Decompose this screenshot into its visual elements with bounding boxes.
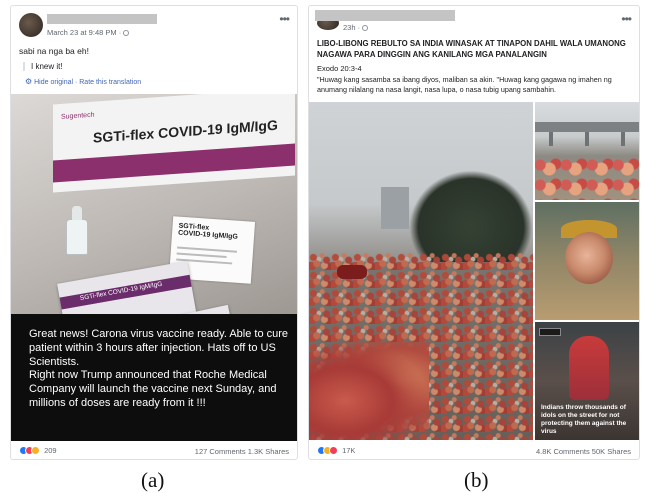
subfigure-label-b: (b) xyxy=(464,468,489,492)
post-headline: LIBO-LIBONG REBULTO SA INDIA WINASAK AT … xyxy=(317,39,626,59)
post-timestamp[interactable]: March 23 at 9:48 PM · xyxy=(47,28,130,37)
fb-post-b: 23h · ••• LIBO-LIBONG REBULTO SA INDIA W… xyxy=(308,5,640,460)
verse-text: "Huwag kang sasamba sa ibang diyos, mali… xyxy=(317,75,612,94)
bridge xyxy=(535,122,639,132)
comments-shares-count[interactable]: 127 Comments 1.3K Shares xyxy=(195,447,289,456)
reactions-summary[interactable]: 17K xyxy=(317,446,355,455)
idol-figure xyxy=(569,336,609,400)
box-title: SGTi-flex COVID-19 IgM/IgG xyxy=(93,116,278,146)
more-options-icon[interactable]: ••• xyxy=(279,12,290,26)
translation-controls: ⚙ Hide original · Rate this translation xyxy=(25,77,141,86)
post-photo-idol-face[interactable] xyxy=(535,202,639,320)
idol-pile xyxy=(535,157,639,200)
box-stripe xyxy=(53,143,295,183)
box-brand: Sugentech xyxy=(61,111,95,121)
fb-post-a: March 23 at 9:48 PM · ••• sabi na nga ba… xyxy=(10,5,298,460)
verse-reference: Exodo 20:3-4 xyxy=(317,64,362,73)
text-overlay-panel: Great news! Carona virus vaccine ready. … xyxy=(11,314,297,441)
reaction-count: 17K xyxy=(342,446,356,455)
motorbike xyxy=(337,265,367,279)
translation-links[interactable]: Hide original · Rate this translation xyxy=(34,79,141,86)
reactions-summary[interactable]: 209 xyxy=(19,446,57,455)
wow-reaction-icon xyxy=(31,446,40,455)
idol-pile xyxy=(309,342,429,440)
translated-text: I knew it! xyxy=(23,62,63,71)
idol-face xyxy=(565,232,613,284)
redacted-name xyxy=(47,14,157,24)
bridge-pylon xyxy=(621,132,625,146)
reaction-count: 209 xyxy=(44,446,57,455)
overlay-text: Great news! Carona virus vaccine ready. … xyxy=(29,328,289,409)
post-photo-street-idols[interactable] xyxy=(309,102,533,440)
test-kit-box: Sugentech SGTi-flex COVID-19 IgM/IgG xyxy=(53,94,295,193)
bridge-pylon xyxy=(585,132,589,146)
news-logo xyxy=(539,328,561,336)
post-status-text: sabi na nga ba eh! xyxy=(19,46,89,56)
redacted-name xyxy=(315,10,455,21)
post-timestamp[interactable]: 23h · xyxy=(343,23,369,32)
love-reaction-icon xyxy=(329,446,338,455)
post-photo-test-kit[interactable]: Sugentech SGTi-flex COVID-19 IgM/IgG SGT… xyxy=(11,94,297,314)
post-photo-riverbank[interactable] xyxy=(535,102,639,200)
subfigure-label-a: (a) xyxy=(141,468,165,492)
globe-icon xyxy=(362,25,369,31)
trees xyxy=(409,170,533,265)
card-line xyxy=(177,246,238,253)
photo-caption: Indians throw thousands of idols on the … xyxy=(541,404,627,435)
timestamp-text: March 23 at 9:48 PM · xyxy=(47,28,124,37)
post-footer: 17K 4.8K Comments 50K Shares xyxy=(309,443,639,459)
more-options-icon[interactable]: ••• xyxy=(621,12,632,26)
gear-icon: ⚙ xyxy=(25,77,33,86)
avatar[interactable] xyxy=(19,13,43,37)
card-line xyxy=(176,252,227,259)
timestamp-text: 23h · xyxy=(343,23,363,32)
post-footer: 209 127 Comments 1.3K Shares xyxy=(11,443,297,459)
bridge-pylon xyxy=(549,132,553,146)
globe-icon xyxy=(123,30,130,36)
post-photo-idol-caption[interactable]: Indians throw thousands of idols on the … xyxy=(535,322,639,440)
buffer-vial xyxy=(66,206,88,255)
building xyxy=(381,187,409,229)
test-pouch: SGTi-flex COVID-19 IgM/IgG xyxy=(57,260,197,314)
comments-shares-count[interactable]: 4.8K Comments 50K Shares xyxy=(536,447,631,456)
